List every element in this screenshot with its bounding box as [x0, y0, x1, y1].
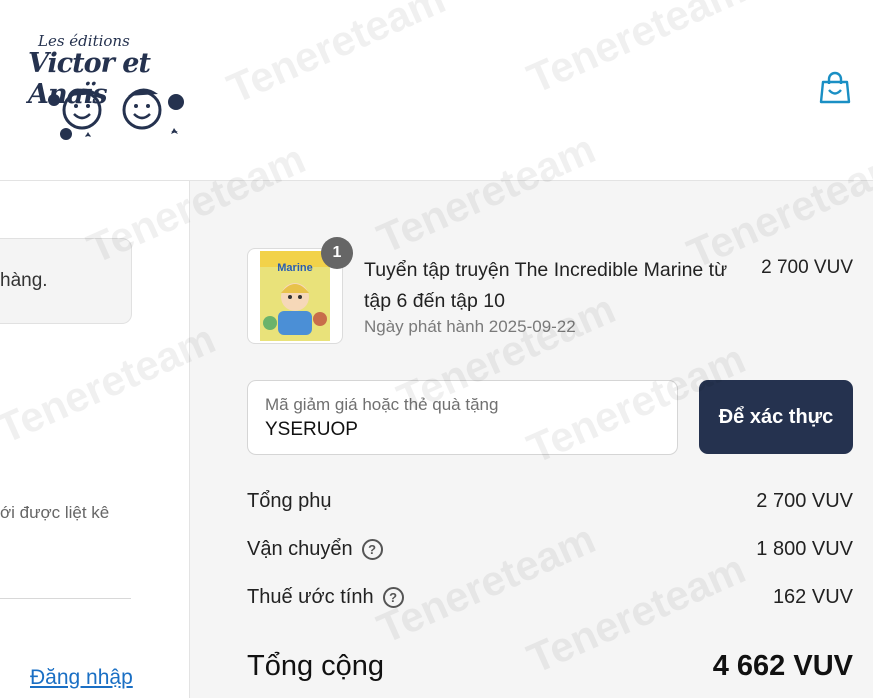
subtotal-value: 2 700 VUV: [756, 490, 853, 512]
shipping-value: 1 800 VUV: [756, 538, 853, 560]
apply-discount-button[interactable]: Để xác thực: [699, 380, 853, 454]
tax-label-group: Thuế ước tính ?: [247, 586, 404, 609]
quantity-badge: 1: [321, 237, 353, 269]
logo-illustration: [48, 88, 184, 140]
total-label: Tổng cộng: [247, 650, 385, 682]
header: Les éditions Victor et Anaïs: [0, 0, 873, 181]
total-value: 4 662 VUV: [712, 650, 853, 682]
shopping-bag-icon[interactable]: [817, 70, 853, 106]
cover-title: Marine: [277, 262, 312, 274]
tax-label: Thuế ước tính: [247, 586, 374, 608]
discount-field-value[interactable]: YSERUOP: [265, 419, 358, 441]
notice-text: hàng.: [0, 270, 48, 291]
helper-text: ới được liệt kê: [0, 503, 110, 522]
divider: [0, 598, 131, 599]
help-icon[interactable]: ?: [382, 587, 404, 608]
login-link[interactable]: Đăng nhập: [30, 666, 133, 690]
subtotal-row: Tổng phụ 2 700 VUV: [247, 490, 853, 520]
product-release-date: Ngày phát hành 2025-09-22: [364, 317, 576, 336]
tax-row: Thuế ước tính ? 162 VUV: [247, 586, 853, 616]
discount-field-label: Mã giảm giá hoặc thẻ quà tặng: [265, 395, 499, 414]
checkout-form-panel: [0, 181, 190, 698]
help-icon[interactable]: ?: [361, 539, 383, 560]
shipping-row: Vận chuyển ? 1 800 VUV: [247, 538, 853, 568]
discount-code-field[interactable]: Mã giảm giá hoặc thẻ quà tặng YSERUOP: [247, 380, 678, 455]
product-title: Tuyển tập truyện The Incredible Marine t…: [364, 259, 728, 312]
total-row: Tổng cộng 4 662 VUV: [247, 650, 853, 690]
subtotal-label: Tổng phụ: [247, 490, 332, 512]
tax-value: 162 VUV: [772, 586, 853, 608]
shipping-label: Vận chuyển: [247, 538, 353, 560]
product-price: 2 700 VUV: [761, 257, 853, 278]
shipping-label-group: Vận chuyển ?: [247, 538, 383, 561]
logo[interactable]: Les éditions Victor et Anaïs: [26, 28, 201, 148]
